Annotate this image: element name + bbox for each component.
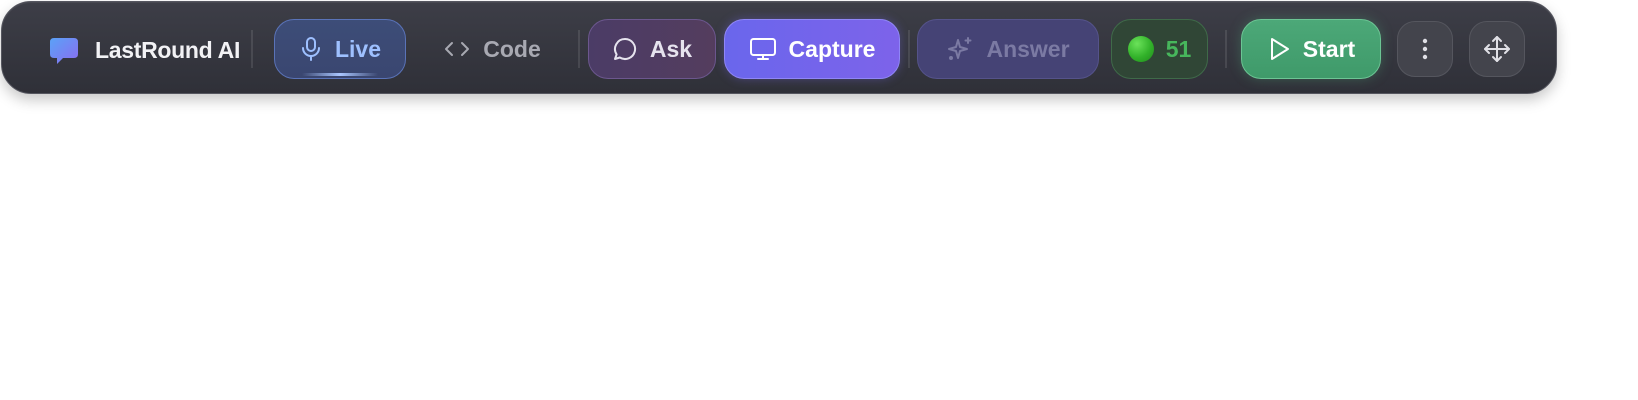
move-handle-button[interactable] <box>1469 21 1525 77</box>
monitor-icon <box>749 36 777 62</box>
divider <box>1225 30 1227 68</box>
play-icon <box>1267 36 1291 62</box>
microphone-icon <box>299 36 323 62</box>
green-dot-icon <box>1127 36 1154 62</box>
capture-button[interactable]: Capture <box>724 19 900 79</box>
credits-value: 51 <box>1165 35 1192 62</box>
answer-button[interactable]: Answer <box>917 19 1099 79</box>
divider <box>578 30 580 68</box>
live-tab-label: Live <box>334 35 382 62</box>
chat-bubble-icon <box>48 35 80 67</box>
move-arrows-icon <box>1482 34 1512 64</box>
start-button[interactable]: Start <box>1241 19 1381 79</box>
floating-toolbar: LastRound AI Live Code Ask Capture Answe… <box>1 1 1557 94</box>
capture-button-label: Capture <box>788 35 876 62</box>
divider <box>251 30 253 68</box>
code-tab-label: Code <box>483 35 541 62</box>
ask-button-label: Ask <box>649 35 693 62</box>
vertical-ellipsis-icon <box>1421 37 1429 61</box>
more-options-button[interactable] <box>1397 21 1453 77</box>
start-button-label: Start <box>1302 35 1356 62</box>
code-brackets-icon <box>443 38 471 60</box>
credits-badge[interactable]: 51 <box>1111 19 1208 79</box>
ask-button[interactable]: Ask <box>588 19 716 79</box>
divider <box>908 30 910 68</box>
live-tab[interactable]: Live <box>274 19 406 79</box>
sparkle-icon <box>946 35 974 63</box>
active-tab-indicator <box>302 73 378 76</box>
answer-button-label: Answer <box>986 35 1070 62</box>
brand-name: LastRound AI <box>95 36 241 63</box>
chat-icon <box>612 36 638 62</box>
code-tab[interactable]: Code <box>432 19 552 79</box>
